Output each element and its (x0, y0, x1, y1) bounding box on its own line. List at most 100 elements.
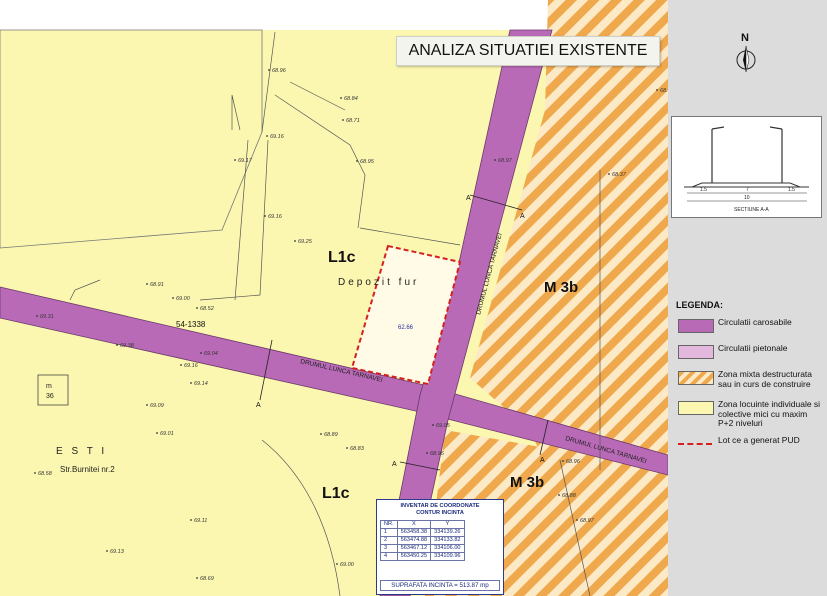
elevation-label: 68.84 (344, 96, 358, 102)
elevation-label: 69.00 (176, 296, 191, 302)
elevation-dot (268, 69, 270, 71)
inventory-title-line2: CONTUR INCINTA (416, 510, 464, 516)
cross-section-drawing: 1.5 7 1.5 10 SECTIUNE A-A (684, 126, 809, 213)
elevation-label: 69.13 (110, 549, 125, 555)
legend-label-carosabile: Circulatii carosabile (718, 317, 792, 327)
section-dim-mid: 7 (746, 187, 749, 193)
inventory-cell: 334106.00 (430, 544, 465, 553)
elevation-label: 69.04 (204, 351, 218, 357)
inventory-table: NR. X Y 1 563458.38 334139.26 2 563474.8… (380, 520, 465, 561)
elevation-label: 69.38 (120, 343, 135, 349)
zone-l1c-top: L1c (328, 249, 356, 266)
inventory-title-line1: INVENTAR DE COORDONATE (400, 503, 480, 509)
legend-label-locuinte: Zona locuinte individuale si colective m… (718, 399, 821, 428)
elevation-label: 69.25 (298, 239, 313, 245)
section-dim-left: 1.5 (700, 187, 707, 193)
table-row: 1 563458.38 334139.26 (380, 528, 465, 537)
inventory-cell: 1 (380, 528, 398, 537)
inventory-cell: 334133.82 (430, 536, 465, 545)
elevation-dot (116, 344, 118, 346)
elevation-label: 69.14 (194, 381, 208, 387)
legend-label-mixta: Zona mixta destructurata sau in curs de … (718, 369, 813, 389)
elevation-label: 68.88 (562, 493, 577, 499)
elevation-dot (294, 240, 296, 242)
elevation-label: 68.83 (350, 446, 365, 452)
legend-swatch-locuinte (678, 401, 714, 415)
legend-item-pietonale: Circulatii pietonale (676, 343, 826, 370)
elevation-label: 69.00 (340, 562, 355, 568)
north-arrow-icon (736, 45, 756, 73)
north-label: N (741, 32, 749, 44)
elevation-label: 68.58 (38, 471, 53, 477)
cut-label-a2: A (520, 213, 525, 220)
elevation-dot (656, 89, 658, 91)
inventory-cell: 563450.25 (396, 552, 432, 561)
inventory-cell: 563474.88 (396, 536, 432, 545)
elevation-dot (558, 494, 560, 496)
elevation-dot (156, 432, 158, 434)
elevation-label: 69.16 (268, 214, 283, 220)
elevation-dot (562, 460, 564, 462)
inventory-cell: 563467.12 (396, 544, 432, 553)
inventory-cell: 334139.26 (430, 528, 465, 537)
inventory-header-row: NR. X Y (380, 520, 465, 529)
label-lot-value: 62.66 (398, 325, 414, 331)
cut-label-a4: A (540, 457, 545, 464)
elevation-dot (234, 159, 236, 161)
elevation-dot (426, 452, 428, 454)
legend-title: LEGENDA: (676, 300, 723, 310)
elevation-dot (190, 519, 192, 521)
label-parcel-code: 54-1338 (176, 320, 206, 329)
inventory-cell: 2 (380, 536, 398, 545)
section-dim-right: 1.5 (788, 187, 795, 193)
side-panel (668, 0, 827, 596)
elevation-label: 69.05 (436, 423, 451, 429)
table-row: 4 563450.25 334109.96 (380, 552, 465, 561)
north-arrow: N (733, 32, 763, 82)
inventory-surface: SUPRAFATA INCINTA = 513.87 mp (380, 580, 500, 591)
coordinate-inventory: INVENTAR DE COORDONATE CONTUR INCINTA NR… (376, 499, 504, 595)
inventory-header-nr: NR. (380, 520, 398, 529)
elevation-dot (576, 519, 578, 521)
elevation-dot (34, 472, 36, 474)
elevation-label: 68.69 (200, 576, 214, 582)
map-drawing: 68.96 68.84 68.71 68.37 69.16 68.95 68.90 68.97… (0, 0, 668, 596)
legend: LEGENDA: Circulatii carosabile Circulati… (676, 300, 826, 462)
legend-item-lot: Lot ce a generat PUD (676, 435, 826, 462)
cross-section-box: 1.5 7 1.5 10 SECTIUNE A-A (671, 116, 822, 218)
elevation-dot (196, 577, 198, 579)
map-sheet: 68.96 68.84 68.71 68.37 69.16 68.95 68.90 68.97… (0, 0, 827, 596)
elevation-dot (190, 382, 192, 384)
zone-m3b-right: M 3b (544, 279, 578, 296)
elevation-label: 69.01 (160, 431, 174, 437)
elevation-label: 68.90 (660, 88, 668, 94)
elevation-label: 68.91 (150, 282, 164, 288)
elevation-label: 69.16 (270, 134, 285, 140)
elevation-label: 68.95 (360, 159, 375, 165)
elevation-dot (494, 159, 496, 161)
elevation-dot (146, 404, 148, 406)
label-estii: E S T I (56, 446, 107, 457)
table-row: 3 563467.12 334106.00 (380, 544, 465, 553)
zone-l1c-bottom: L1c (322, 485, 350, 502)
elevation-dot (146, 283, 148, 285)
elevation-dot (346, 447, 348, 449)
elevation-label: 68.97 (498, 158, 513, 164)
legend-label-lot: Lot ce a generat PUD (718, 435, 800, 445)
elevation-dot (342, 119, 344, 121)
elevation-label: 68.89 (324, 432, 338, 438)
elevation-dot (266, 135, 268, 137)
elevation-dot (608, 173, 610, 175)
elevation-dot (106, 550, 108, 552)
inventory-cell: 563458.38 (396, 528, 432, 537)
cut-label-a5: A (256, 402, 261, 409)
legend-label-pietonale: Circulatii pietonale (718, 343, 788, 353)
legend-swatch-lot (678, 443, 712, 445)
elevation-label: 69.09 (150, 403, 164, 409)
label-street-burnitei: Str.Burnitei nr.2 (60, 465, 115, 474)
inventory-cell: 3 (380, 544, 398, 553)
elevation-dot (200, 352, 202, 354)
elevation-dot (172, 297, 174, 299)
map-title: ANALIZA SITUATIEI EXISTENTE (396, 36, 660, 66)
cut-label-a3: A (392, 461, 397, 468)
